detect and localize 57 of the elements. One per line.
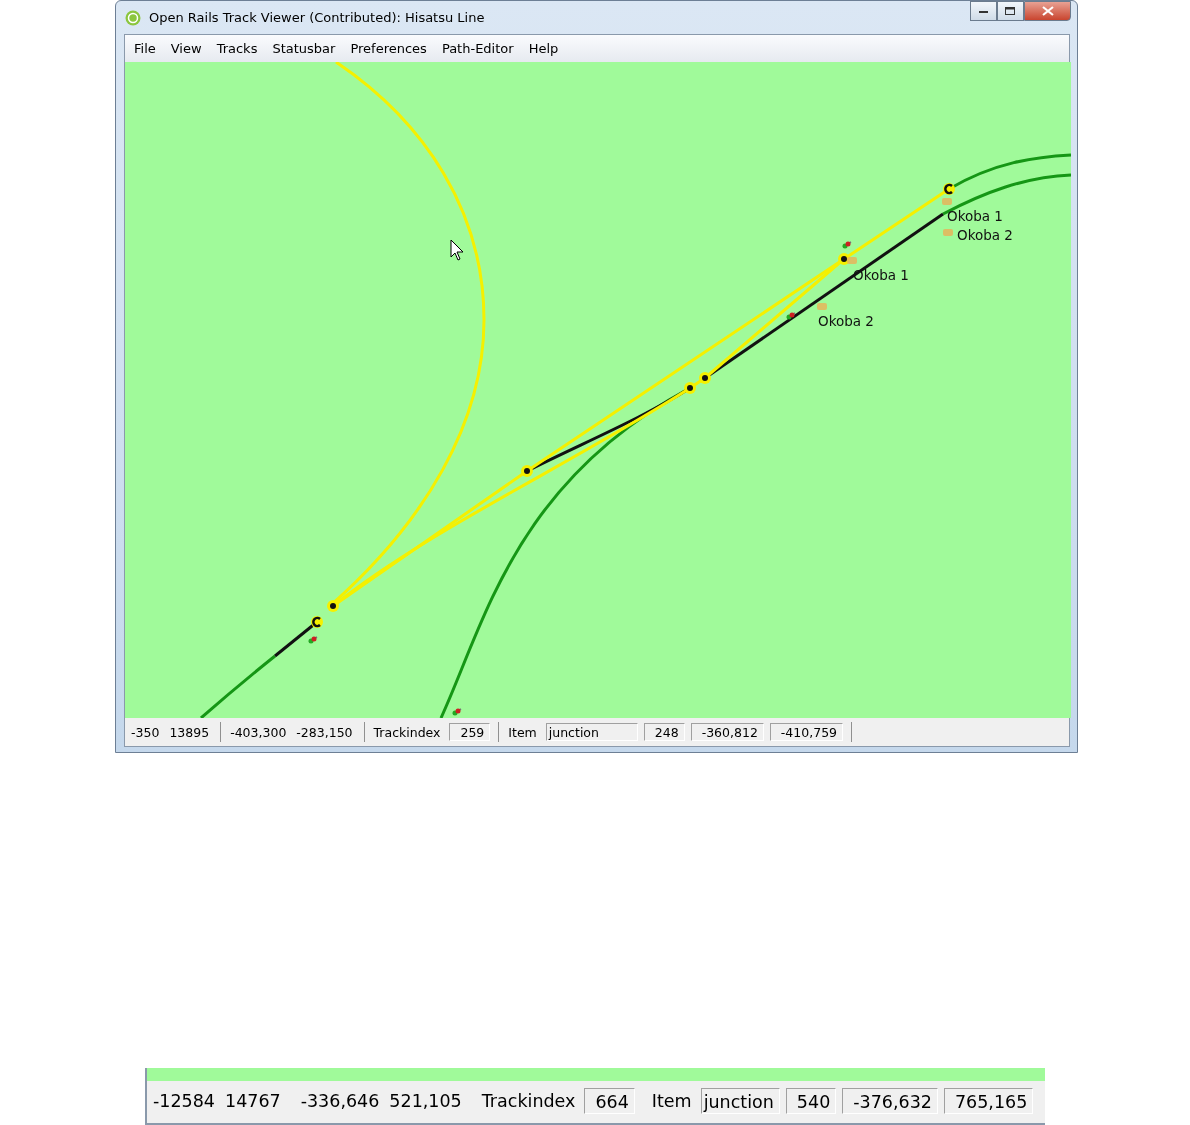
path-end-icon[interactable]: [943, 183, 955, 195]
status-text: Trackindex: [372, 724, 442, 740]
station-label: Okoba 1: [947, 208, 1003, 224]
signal-icon: [842, 241, 852, 249]
menu-item[interactable]: Path-Editor: [434, 41, 522, 56]
path-node-icon[interactable]: [684, 382, 696, 394]
status-text: -12584: [152, 1091, 216, 1111]
status-text: -350: [130, 724, 161, 740]
menu-item[interactable]: View: [163, 41, 210, 56]
station-label: Okoba 1: [853, 267, 909, 283]
status-field: 248: [643, 723, 685, 741]
platform-icon: [943, 229, 953, 236]
platform-icon: [942, 198, 952, 205]
status-text: -283,150: [295, 724, 354, 740]
status-field: 259: [449, 723, 491, 741]
path-node-icon[interactable]: [521, 465, 533, 477]
maximize-icon: [1005, 6, 1016, 16]
path-node-icon[interactable]: [327, 600, 339, 612]
status-text: -336,646: [299, 1091, 381, 1111]
status-text: Item: [650, 1091, 693, 1111]
menu-item[interactable]: Statusbar: [265, 41, 344, 56]
signal-icon: [786, 312, 796, 320]
track-map[interactable]: Okoba 1 Okoba 2 Okoba 1 Okoba 2: [125, 62, 1071, 718]
status-field: -376,632: [842, 1088, 938, 1114]
close-icon: [1041, 6, 1054, 16]
status-field: 540: [785, 1088, 837, 1114]
path-node-icon[interactable]: [699, 372, 711, 384]
station-label: Okoba 2: [957, 227, 1013, 243]
status-field: junction: [545, 723, 638, 741]
maximize-button[interactable]: [997, 1, 1024, 21]
menu-item[interactable]: Tracks: [209, 41, 266, 56]
status-field: junction: [700, 1088, 780, 1114]
station-label: Okoba 2: [818, 313, 874, 329]
status-field: 664: [584, 1088, 635, 1114]
signal-icon: [452, 708, 462, 716]
status-text: 521,105: [388, 1091, 463, 1111]
window-title: Open Rails Track Viewer (Contributed): Hisatsu Line: [149, 10, 486, 25]
platform-icon: [817, 303, 827, 310]
minimize-button[interactable]: [970, 1, 997, 21]
signal-icon: [308, 636, 318, 644]
close-button[interactable]: [1024, 1, 1071, 21]
status-field: 765,165: [943, 1088, 1034, 1114]
mouse-cursor-icon: [450, 239, 464, 261]
status-text: Trackindex: [480, 1091, 577, 1111]
minimize-icon: [978, 8, 989, 14]
menu-item[interactable]: File: [127, 41, 164, 56]
path-end-icon[interactable]: [311, 616, 323, 628]
status-text: 13895: [168, 724, 211, 740]
platform-icon: [847, 257, 857, 264]
menu-item[interactable]: Preferences: [343, 41, 435, 56]
menu-item[interactable]: Help: [521, 41, 567, 56]
app-logo-icon: [125, 9, 141, 26]
status-text: Item: [507, 724, 538, 740]
status-text: -403,300: [229, 724, 288, 740]
status-field: -410,759: [769, 723, 844, 741]
status-text: 14767: [224, 1091, 282, 1111]
status-field: -360,812: [690, 723, 764, 741]
